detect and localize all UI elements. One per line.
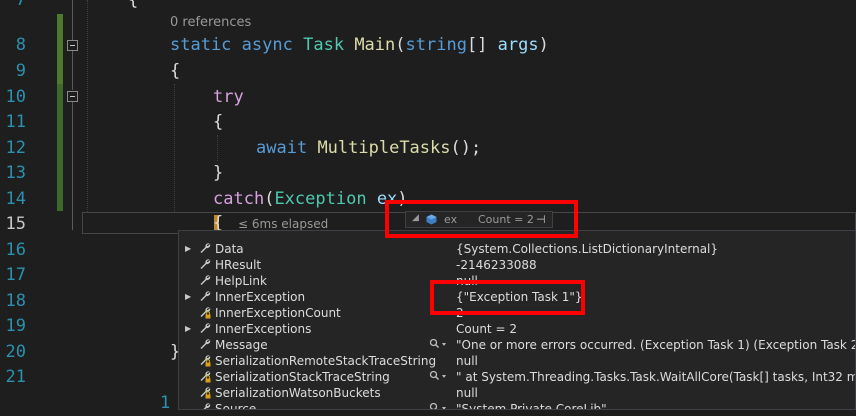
property-value[interactable]: null (456, 354, 478, 368)
keyword-async: async (241, 35, 293, 55)
call-suffix: (); (450, 138, 482, 158)
property-name: InnerExceptions (215, 322, 312, 336)
keyword-string: string (405, 35, 467, 55)
line-number: 8 (15, 35, 26, 55)
datatip-properties-panel[interactable]: ▶ Data {System.Collections.ListDictionaryI… (178, 230, 856, 410)
property-value[interactable]: Count = 2 (456, 322, 517, 336)
property-row[interactable]: Source "System.Private.CoreLib" (179, 401, 855, 410)
line-number: 11 (5, 112, 26, 132)
magnifier-icon[interactable] (429, 370, 447, 385)
keyword-await: await (256, 138, 308, 158)
param-args: args (497, 35, 539, 55)
wrench-icon (199, 402, 212, 409)
property-name: HResult (215, 258, 262, 272)
code-line-10: try (213, 87, 244, 107)
fold-guide (72, 0, 73, 40)
highlight-box-datatip (385, 200, 578, 238)
line-number: 13 (5, 163, 26, 183)
codelens-references[interactable]: 0 references (170, 15, 251, 30)
property-row[interactable]: ▶ InnerExceptions Count = 2 (179, 321, 855, 337)
collapse-icon[interactable] (67, 91, 78, 102)
locked-wrench-icon (199, 306, 212, 319)
wrench-icon (199, 242, 212, 255)
code-line-14: catch(Exception ex) (213, 186, 408, 212)
array-brackets: [] (466, 35, 498, 55)
locked-wrench-icon (199, 354, 212, 367)
line-number: 19 (5, 316, 26, 336)
code-line-7: { (128, 0, 139, 10)
line-number: 21 (5, 367, 26, 387)
highlight-box-innerexception (430, 280, 585, 315)
line-number: 9 (15, 61, 26, 81)
paren-open: ( (395, 35, 406, 55)
property-row[interactable]: HResult -2146233088 (179, 257, 855, 273)
line-number: 18 (5, 291, 26, 311)
line-number-current: 15 (5, 214, 26, 234)
property-row[interactable]: SerializationWatsonBuckets null (179, 385, 855, 401)
property-value[interactable]: "System.Private.CoreLib" (456, 402, 607, 409)
property-name: SerializationWatsonBuckets (215, 386, 381, 400)
expand-arrow-icon[interactable]: ▶ (185, 244, 191, 253)
paren-close: ) (538, 35, 549, 55)
code-line-12: await MultipleTasks(); (256, 135, 481, 161)
property-name: InnerException (215, 290, 306, 304)
property-value[interactable]: null (456, 386, 478, 400)
code-line-8: static async Task Main(string[] args) (170, 32, 549, 58)
wrench-icon (199, 338, 212, 351)
property-name: SerializationRemoteStackTraceString (215, 354, 437, 368)
perftip[interactable]: ≤ 6ms elapsed (238, 217, 328, 231)
property-value[interactable]: "One or more errors occurred. (Exception… (456, 338, 855, 352)
line-number: 10 (5, 87, 26, 107)
magnifier-icon[interactable] (429, 338, 447, 353)
method-multipletasks: MultipleTasks (317, 138, 451, 158)
line-number: 16 (5, 240, 26, 260)
indent-guide (217, 135, 218, 161)
line-number: 20 (5, 342, 26, 362)
code-line-13: } (213, 163, 224, 183)
indent-guide (87, 0, 88, 212)
type-exception: Exception (274, 189, 367, 209)
wrench-icon (199, 322, 212, 335)
property-value[interactable]: " at System.Threading.Tasks.Task.WaitAll… (456, 370, 855, 384)
line-number: 17 (5, 265, 26, 285)
property-value[interactable]: {System.Collections.ListDictionaryIntern… (456, 242, 718, 256)
expand-arrow-icon[interactable]: ▶ (185, 292, 191, 301)
property-name: Data (215, 242, 244, 256)
property-name: Source (215, 402, 257, 410)
magnifier-icon[interactable] (429, 402, 447, 409)
locked-wrench-icon (199, 370, 212, 383)
paren-open: ( (264, 189, 275, 209)
property-row[interactable]: SerializationStackTraceString " at System… (179, 369, 855, 385)
property-row[interactable]: Message "One or more errors occurred. (Ex… (179, 337, 855, 353)
line-number: 12 (5, 138, 26, 158)
collapse-icon[interactable] (67, 40, 78, 51)
wrench-icon (199, 258, 212, 271)
property-row[interactable]: ▶ Data {System.Collections.ListDictionaryI… (179, 241, 855, 257)
changed-lines-bar (57, 84, 63, 211)
expand-arrow-icon[interactable]: ▶ (185, 324, 191, 333)
indent-guide (174, 84, 175, 212)
wrench-icon (199, 274, 212, 287)
wrench-icon (199, 290, 212, 303)
fold-guide (72, 51, 73, 90)
fold-guide (72, 102, 73, 230)
locked-wrench-icon (199, 386, 212, 399)
property-name: Message (215, 338, 268, 352)
changed-lines-bar (57, 14, 63, 84)
property-name: InnerExceptionCount (215, 306, 341, 320)
property-row[interactable]: SerializationRemoteStackTraceString null (179, 353, 855, 369)
keyword-catch: catch (213, 189, 265, 209)
type-task: Task (303, 35, 345, 55)
method-main: Main (354, 35, 396, 55)
property-name: SerializationStackTraceString (215, 370, 390, 384)
code-line-9: { (170, 61, 181, 81)
keyword-static: static (170, 35, 232, 55)
property-name: HelpLink (215, 274, 267, 288)
line-number: 1 (160, 393, 171, 413)
line-number: 14 (5, 189, 26, 209)
property-value[interactable]: -2146233088 (456, 258, 537, 272)
line-number: 7 (15, 0, 26, 10)
code-line-11: { (213, 112, 224, 132)
